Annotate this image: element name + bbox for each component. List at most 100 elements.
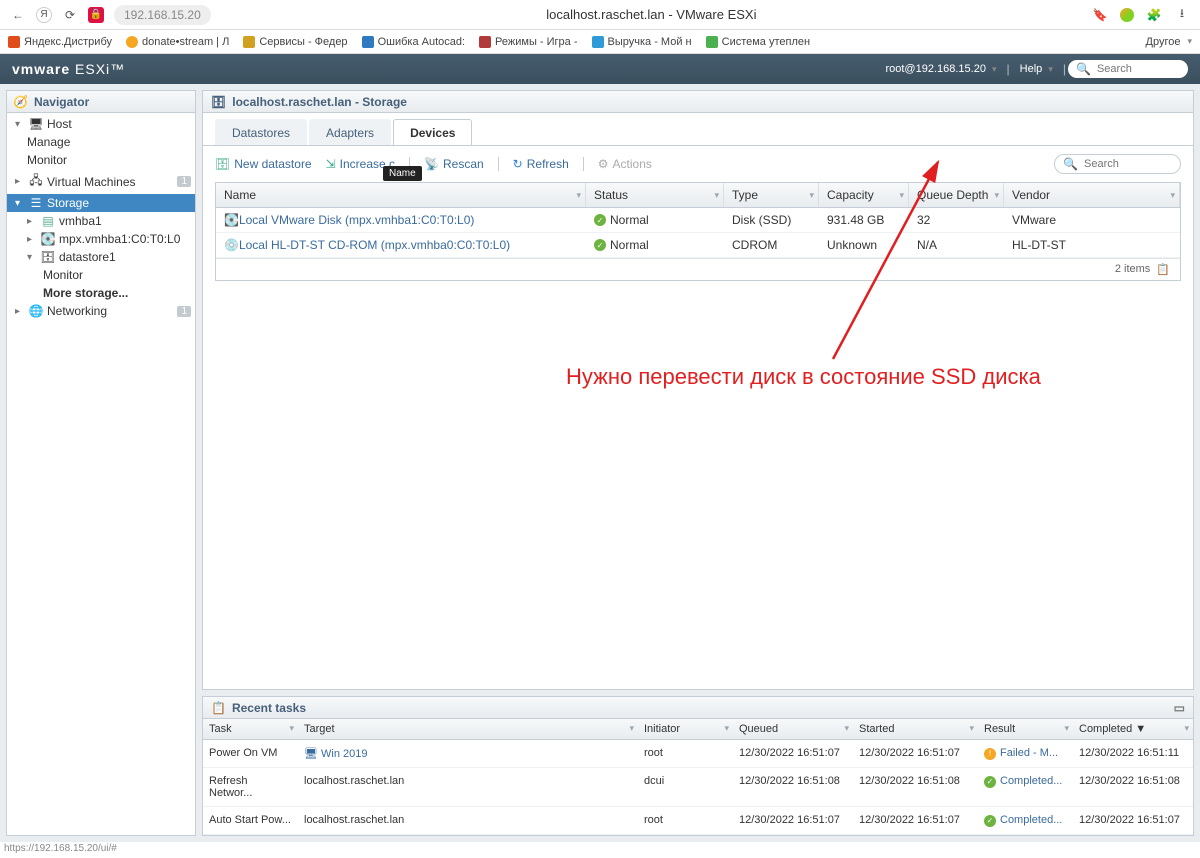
nav-host-manage[interactable]: Manage — [7, 133, 195, 151]
status-ok-icon: ✓ — [984, 776, 996, 788]
device-row[interactable]: 💿 Local HL-DT-ST CD-ROM (mpx.vmhba0:C0:T… — [216, 233, 1180, 258]
tab-datastores[interactable]: Datastores — [215, 119, 307, 146]
lock-warning-icon[interactable]: 🔒 — [88, 7, 104, 23]
tasks-header-row: Task▾ Target▾ Initiator▾ Queued▾ Started… — [203, 719, 1193, 740]
search-icon: 🔍 — [1076, 62, 1091, 76]
nav-networking[interactable]: ▸🌐Networking1 — [7, 302, 195, 320]
chevron-down-icon: ▾ — [714, 190, 719, 201]
rescan-button[interactable]: 📡Rescan — [424, 157, 484, 171]
bookmark-item[interactable]: Яндекс.Дистрибу — [8, 36, 112, 48]
bookmarks-overflow[interactable]: Другое▾ — [1146, 36, 1192, 48]
bookmark-item[interactable]: donate•stream | Л — [126, 36, 229, 48]
global-search-input[interactable] — [1095, 62, 1175, 76]
vm-icon: 🖧 — [29, 171, 43, 192]
vmware-logo: vmware ESXi™ — [12, 61, 125, 77]
nav-ds-monitor[interactable]: Monitor — [7, 266, 195, 284]
tasks-icon: 📋 — [211, 701, 226, 715]
bookmark-item[interactable]: Система утеплен — [706, 36, 810, 48]
actions-button[interactable]: ⚙Actions — [598, 157, 652, 171]
global-search[interactable]: 🔍 — [1068, 60, 1188, 78]
page-title: localhost.raschet.lan - VMware ESXi — [221, 7, 1082, 22]
nav-storage[interactable]: ▾☰Storage — [7, 194, 195, 212]
new-datastore-icon: 🗄 — [215, 157, 230, 171]
datastore-icon: 🗄 — [41, 250, 55, 264]
nav-virtual-machines[interactable]: ▸🖧Virtual Machines1 — [7, 169, 195, 194]
back-icon[interactable]: ← — [10, 7, 26, 23]
cdrom-icon: 💿 — [224, 238, 239, 252]
tab-devices[interactable]: Devices — [393, 119, 472, 146]
chevron-down-icon: ▾ — [1170, 190, 1175, 201]
bookmark-item[interactable]: Сервисы - Федер — [243, 36, 347, 48]
new-datastore-button[interactable]: 🗄New datastore — [215, 157, 312, 171]
chevron-down-icon: ▾ — [994, 190, 999, 201]
task-row[interactable]: Power On VM 🖥 Win 2019 root 12/30/2022 1… — [203, 740, 1193, 768]
nav-host[interactable]: ▾🖥Host — [7, 115, 195, 133]
refresh-button[interactable]: ↻Refresh — [513, 157, 569, 171]
nav-vmhba1[interactable]: ▸▤vmhba1 — [7, 212, 195, 230]
devices-toolbar: 🗄New datastore ⇲Increase c 📡Rescan ↻Refr… — [203, 146, 1193, 182]
copy-icon[interactable]: 📋 — [1156, 263, 1170, 276]
network-icon: 🌐 — [29, 304, 43, 318]
grid-search[interactable]: 🔍 — [1054, 154, 1181, 174]
recent-tasks-header[interactable]: 📋Recent tasks ▭ — [203, 697, 1193, 719]
session-menu[interactable]: root@192.168.15.20 ▾ — [877, 63, 1004, 75]
storage-icon: ☰ — [29, 196, 43, 210]
search-icon: 🔍 — [1063, 157, 1078, 171]
col-result[interactable]: Result▾ — [978, 719, 1073, 739]
status-bar-url: https://192.168.15.20/ui/# — [0, 842, 1200, 858]
help-menu[interactable]: Help ▾ — [1012, 63, 1061, 75]
nav-disk-mpx[interactable]: ▸💽mpx.vmhba1:C0:T0:L0 — [7, 230, 195, 248]
adapter-icon: ▤ — [41, 214, 55, 228]
context-header: 🗄 localhost.raschet.lan - Storage — [203, 91, 1193, 113]
navigator-icon: 🧭 — [13, 95, 28, 109]
nav-datastore1[interactable]: ▾🗄datastore1 — [7, 248, 195, 266]
bookmark-icon[interactable]: 🔖 — [1092, 7, 1108, 23]
device-name-link[interactable]: Local VMware Disk (mpx.vmhba1:C0:T0:L0) — [239, 213, 474, 227]
url-field[interactable]: 192.168.15.20 — [114, 5, 211, 25]
col-queued[interactable]: Queued▾ — [733, 719, 853, 739]
main-panel: 🗄 localhost.raschet.lan - Storage Datast… — [202, 90, 1194, 690]
reload-icon[interactable]: ⟳ — [62, 7, 78, 23]
col-name[interactable]: Name▾ — [216, 183, 586, 207]
col-capacity[interactable]: Capacity▾ — [819, 183, 909, 207]
bookmarks-bar: Яндекс.Дистрибу donate•stream | Л Сервис… — [0, 30, 1200, 54]
count-badge: 1 — [177, 306, 191, 317]
extensions-icon[interactable]: 🧩 — [1146, 7, 1162, 23]
task-row[interactable]: Auto Start Pow... localhost.raschet.lan … — [203, 807, 1193, 835]
col-status[interactable]: Status▾ — [586, 183, 724, 207]
yandex-home-icon[interactable]: Я — [36, 7, 52, 23]
bookmark-item[interactable]: Ошибка Autocad: — [362, 36, 465, 48]
downloads-icon[interactable]: ⭳ — [1174, 7, 1190, 23]
bookmark-item[interactable]: Режимы - Игра - — [479, 36, 577, 48]
panel-toggle-icon[interactable]: ▭ — [1174, 701, 1185, 715]
device-row[interactable]: 💽 Local VMware Disk (mpx.vmhba1:C0:T0:L0… — [216, 208, 1180, 233]
vm-icon: 🖥 — [304, 748, 318, 760]
device-name-link[interactable]: Local HL-DT-ST CD-ROM (mpx.vmhba0:C0:T0:… — [239, 238, 510, 252]
chevron-down-icon: ▾ — [629, 723, 634, 734]
nav-host-monitor[interactable]: Monitor — [7, 151, 195, 169]
col-queue-depth[interactable]: Queue Depth▾ — [909, 183, 1004, 207]
storage-icon: 🗄 — [211, 95, 226, 109]
col-type[interactable]: Type▾ — [724, 183, 819, 207]
nav-more-storage[interactable]: More storage... — [7, 284, 195, 302]
chevron-down-icon: ▾ — [1064, 723, 1069, 734]
tooltip: Name — [383, 166, 422, 181]
col-target[interactable]: Target▾ — [298, 719, 638, 739]
col-vendor[interactable]: Vendor▾ — [1004, 183, 1180, 207]
tab-adapters[interactable]: Adapters — [309, 119, 391, 146]
col-initiator[interactable]: Initiator▾ — [638, 719, 733, 739]
profile-icon[interactable] — [1120, 8, 1134, 22]
task-row[interactable]: Refresh Networ... localhost.raschet.lan … — [203, 768, 1193, 807]
chevron-down-icon: ▾ — [289, 723, 294, 734]
chevron-down-icon: ▾ — [809, 190, 814, 201]
navigator-header: 🧭 Navigator — [7, 91, 195, 113]
col-completed[interactable]: Completed ▼▾ — [1073, 719, 1193, 739]
chevron-down-icon: ▾ — [1184, 723, 1189, 734]
bookmark-item[interactable]: Выручка - Мой н — [592, 36, 692, 48]
devices-grid: Name▾ Status▾ Type▾ Capacity▾ Queue Dept… — [215, 182, 1181, 281]
status-ok-icon: ✓ — [594, 214, 606, 226]
grid-search-input[interactable] — [1082, 157, 1172, 171]
esxi-header: vmware ESXi™ root@192.168.15.20 ▾ | Help… — [0, 54, 1200, 84]
col-started[interactable]: Started▾ — [853, 719, 978, 739]
col-task[interactable]: Task▾ — [203, 719, 298, 739]
